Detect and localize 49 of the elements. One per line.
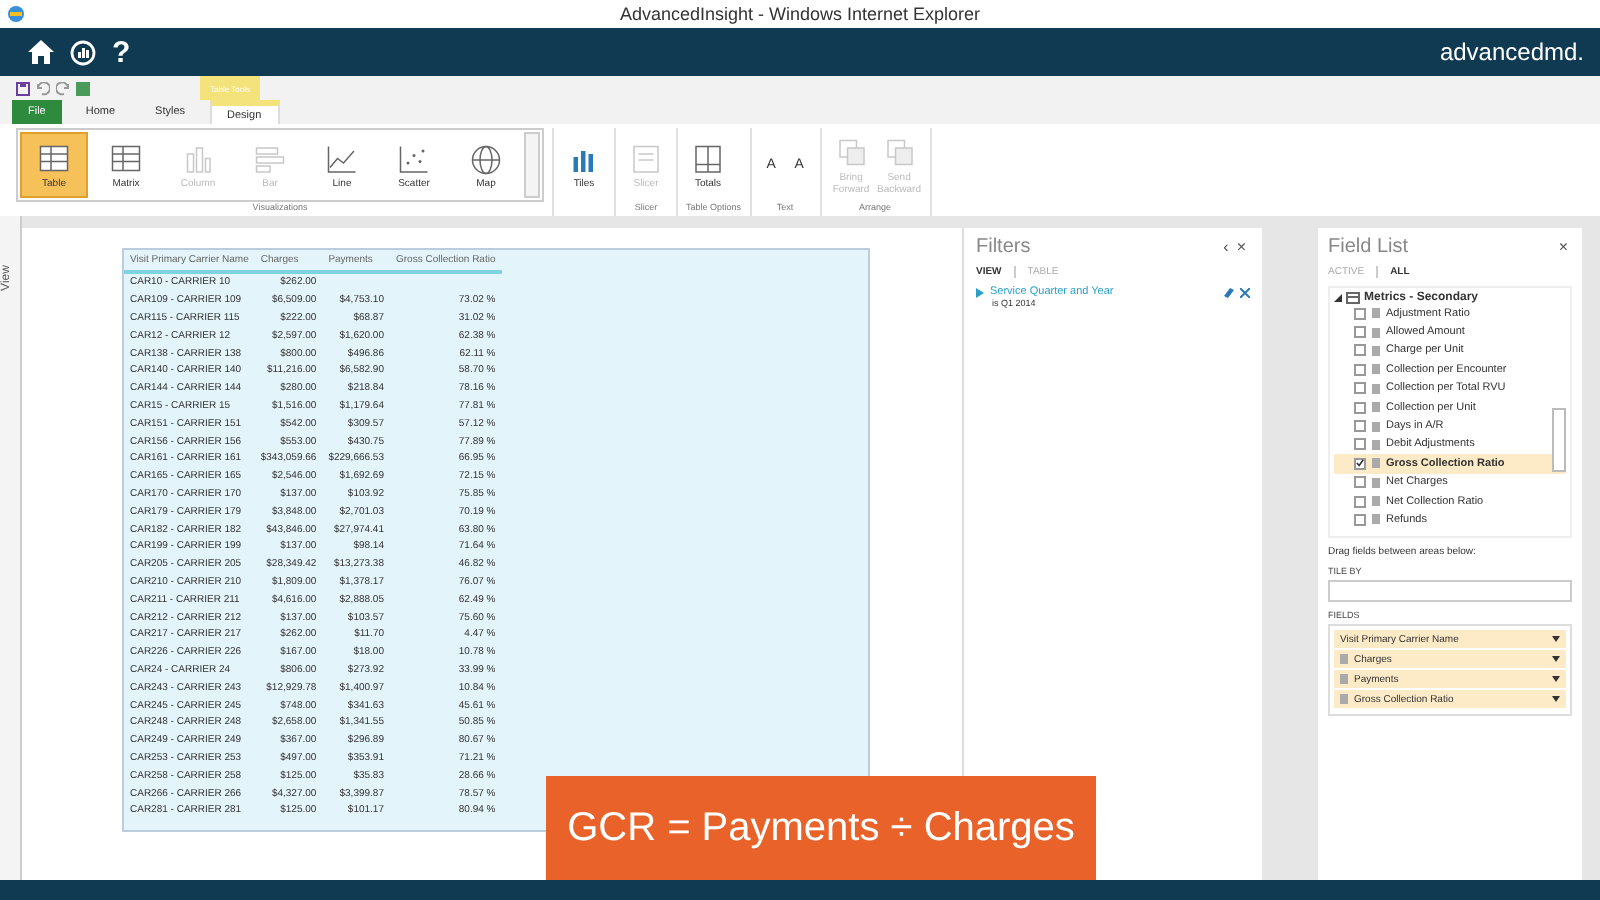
collapse-icon[interactable]: [1334, 294, 1342, 302]
layers-icon: [833, 135, 870, 171]
checkbox[interactable]: [1354, 476, 1366, 489]
save-icon[interactable]: [16, 81, 30, 95]
gallery-scrollbar[interactable]: [524, 132, 540, 198]
close-button[interactable]: ×: [1554, 238, 1572, 256]
checkbox[interactable]: [1354, 401, 1366, 414]
globe-icon: [468, 141, 504, 177]
caret-icon[interactable]: [1552, 696, 1560, 702]
checkbox[interactable]: [1354, 363, 1366, 376]
checkbox[interactable]: [1354, 344, 1366, 357]
checkbox[interactable]: [1354, 513, 1366, 526]
caret-icon[interactable]: [1552, 656, 1560, 662]
table-icon: [36, 141, 72, 177]
tile-by-field[interactable]: [1328, 580, 1572, 602]
scrollbar-thumb[interactable]: [1552, 408, 1566, 472]
eraser-icon[interactable]: [1224, 287, 1234, 297]
layers-icon: [881, 135, 918, 171]
expand-icon[interactable]: [976, 287, 984, 297]
brand-logo: advancedmd.: [1439, 38, 1584, 66]
undo-icon[interactable]: [36, 81, 50, 95]
redo-icon[interactable]: [56, 81, 70, 95]
caption-banner: GCR = Payments ÷ Charges: [546, 776, 1096, 880]
window-title: AdvancedInsight - Windows Internet Explorer: [619, 4, 981, 24]
field-list-title: Field List: [1328, 236, 1409, 258]
checkbox[interactable]: [1354, 307, 1366, 320]
filters-title: Filters: [976, 236, 1031, 258]
checkbox[interactable]: [1354, 326, 1366, 339]
clear-filter-icon[interactable]: [1240, 287, 1250, 297]
bar-chart-icon: [252, 141, 288, 177]
home-icon[interactable]: [28, 40, 54, 64]
line-chart-icon: [324, 141, 360, 177]
help-button[interactable]: ?: [112, 35, 131, 69]
close-button[interactable]: ×: [1232, 238, 1250, 256]
grid-icon: [690, 141, 726, 177]
checkbox[interactable]: [1354, 438, 1366, 451]
checkbox[interactable]: [1354, 495, 1366, 508]
table-icon: [1346, 292, 1360, 304]
list-icon: [628, 141, 664, 177]
scatter-chart-icon: [396, 141, 432, 177]
collapse-button[interactable]: ‹: [1219, 238, 1233, 256]
caret-icon[interactable]: [1552, 676, 1560, 682]
checkbox[interactable]: [1354, 382, 1366, 395]
checkbox[interactable]: [1354, 457, 1366, 470]
caret-icon[interactable]: [1552, 636, 1560, 642]
chart-icon[interactable]: [70, 39, 96, 65]
checkbox[interactable]: [1354, 420, 1366, 433]
browser-icon: [6, 4, 26, 24]
table-icon: [108, 141, 144, 177]
